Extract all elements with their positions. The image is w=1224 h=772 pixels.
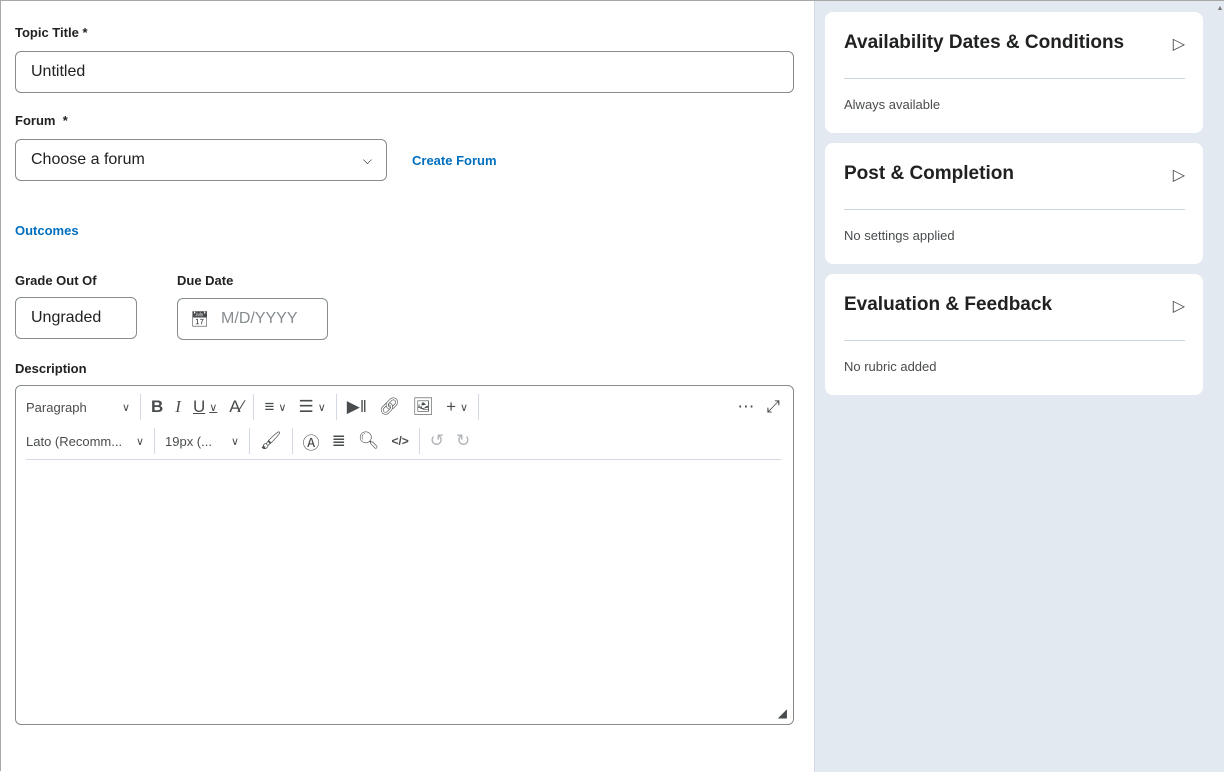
- redo-icon[interactable]: ↻: [450, 426, 476, 456]
- divider: [844, 78, 1185, 79]
- card-title: Evaluation & Feedback: [844, 294, 1053, 315]
- description-editor[interactable]: Paragraph ∨ B I U ∨ A∕ ≡ ∨ ☰ ∨ ▶‖ 🔗︎ 🖼︎ + ∨ ⋯…: [15, 385, 794, 725]
- settings-sidebar: Availability Dates & Conditions ▷ Always…: [814, 1, 1224, 772]
- card-summary: No rubric added: [844, 359, 937, 374]
- text-style-icon[interactable]: A∕: [223, 392, 249, 422]
- list-icon[interactable]: ☰ ∨: [292, 392, 331, 422]
- grade-label: Grade Out Of: [15, 273, 97, 288]
- font-select[interactable]: Lato (Recomm... ∨: [26, 426, 150, 456]
- description-label: Description: [15, 361, 87, 376]
- media-icon[interactable]: ▶‖: [341, 392, 373, 422]
- fullscreen-icon[interactable]: ⤢: [760, 392, 786, 422]
- undo-icon[interactable]: ↺: [424, 426, 450, 456]
- expand-arrow-icon[interactable]: ▷: [1173, 165, 1185, 185]
- divider: [844, 340, 1185, 341]
- availability-card[interactable]: Availability Dates & Conditions ▷ Always…: [825, 12, 1203, 133]
- source-code-icon[interactable]: </>: [385, 426, 414, 456]
- resize-handle-icon[interactable]: ◢: [778, 706, 787, 720]
- word-count-icon[interactable]: ≣: [326, 426, 352, 456]
- expand-arrow-icon[interactable]: ▷: [1173, 296, 1185, 316]
- card-summary: No settings applied: [844, 228, 955, 243]
- divider: [844, 209, 1185, 210]
- italic-icon[interactable]: I: [169, 392, 187, 422]
- topic-title-input[interactable]: Untitled: [15, 51, 794, 93]
- more-icon[interactable]: ⋯: [731, 392, 760, 422]
- chevron-down-icon: ⌵: [362, 152, 372, 167]
- post-completion-card[interactable]: Post & Completion ▷ No settings applied: [825, 143, 1203, 264]
- image-icon[interactable]: 🖼︎: [406, 392, 440, 422]
- grade-input[interactable]: Ungraded: [15, 297, 137, 339]
- card-title: Post & Completion: [844, 163, 1014, 184]
- topic-form: Topic Title * Untitled Forum * Choose a …: [1, 1, 814, 772]
- format-painter-icon[interactable]: 🖌︎: [254, 426, 288, 456]
- due-date-label: Due Date: [177, 273, 234, 288]
- align-icon[interactable]: ≡ ∨: [258, 392, 292, 422]
- scroll-up-icon[interactable]: ▲: [1215, 5, 1224, 12]
- toolbar-row-1: Paragraph ∨ B I U ∨ A∕ ≡ ∨ ☰ ∨ ▶‖ 🔗︎ 🖼︎ + ∨ ⋯…: [26, 392, 786, 422]
- forum-label: Forum *: [15, 113, 68, 128]
- evaluation-feedback-card[interactable]: Evaluation & Feedback ▷ No rubric added: [825, 274, 1203, 395]
- scrollbar[interactable]: ▲: [1215, 1, 1224, 772]
- topic-title-label: Topic Title *: [15, 25, 88, 40]
- underline-icon[interactable]: U ∨: [187, 392, 223, 422]
- due-date-input[interactable]: 📅︎ M/D/YYYY: [177, 298, 328, 340]
- editor-content-area[interactable]: [16, 461, 793, 724]
- accessibility-icon[interactable]: Ⓐ: [297, 426, 326, 456]
- calendar-icon: 📅︎: [190, 311, 210, 328]
- card-summary: Always available: [844, 97, 941, 112]
- create-forum-link[interactable]: Create Forum: [412, 153, 497, 168]
- format-select[interactable]: Paragraph ∨: [26, 392, 136, 422]
- font-size-select[interactable]: 19px (... ∨: [159, 426, 245, 456]
- forum-select[interactable]: Choose a forum ⌵: [15, 139, 387, 181]
- toolbar-divider: [26, 459, 781, 460]
- link-icon[interactable]: 🔗︎: [373, 392, 407, 422]
- card-title: Availability Dates & Conditions: [844, 32, 1125, 53]
- expand-arrow-icon[interactable]: ▷: [1173, 34, 1185, 54]
- bold-icon[interactable]: B: [145, 392, 169, 422]
- insert-icon[interactable]: + ∨: [440, 392, 474, 422]
- find-replace-icon[interactable]: 🔍︎: [352, 426, 386, 456]
- outcomes-link[interactable]: Outcomes: [15, 223, 79, 238]
- toolbar-row-2: Lato (Recomm... ∨ 19px (... ∨ 🖌︎ Ⓐ ≣ 🔍︎ </…: [26, 426, 476, 456]
